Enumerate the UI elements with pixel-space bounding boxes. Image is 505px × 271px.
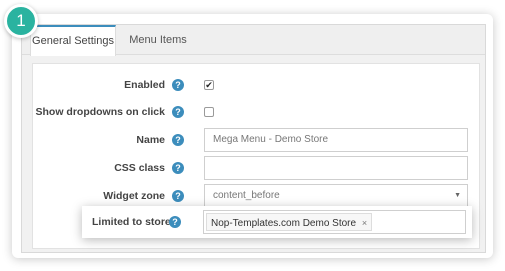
widget-zone-value: content_before — [213, 190, 280, 201]
widget-zone-select[interactable]: content_before ▼ — [204, 184, 468, 208]
name-input[interactable]: Mega Menu - Demo Store — [204, 128, 468, 152]
limited-to-stores-label: Limited to stores — [92, 216, 177, 228]
show-dropdowns-label: Show dropdowns on click — [35, 106, 165, 118]
name-label: Name — [136, 134, 165, 146]
show-dropdowns-checkbox[interactable] — [204, 107, 214, 117]
step-number-badge: 1 — [4, 4, 38, 38]
row-enabled: Enabled ? ✔ — [33, 72, 481, 98]
tab-general-settings[interactable]: General Settings — [30, 25, 116, 56]
tab-menu-items[interactable]: Menu Items — [118, 25, 198, 55]
store-tag-label: Nop-Templates.com Demo Store — [211, 218, 357, 229]
row-name: Name ? Mega Menu - Demo Store — [33, 127, 481, 153]
enabled-checkbox[interactable]: ✔ — [204, 80, 214, 90]
row-css-class: CSS class ? — [33, 155, 481, 181]
tab-bar: General Settings Menu Items — [22, 25, 485, 56]
limited-to-stores-highlight: Limited to stores ? Nop-Templates.com De… — [82, 206, 472, 238]
help-icon[interactable]: ? — [172, 134, 184, 146]
enabled-label: Enabled — [124, 79, 165, 91]
remove-tag-icon[interactable]: × — [362, 218, 367, 228]
help-icon[interactable]: ? — [172, 79, 184, 91]
row-show-dropdowns: Show dropdowns on click ? — [33, 99, 481, 125]
help-icon[interactable]: ? — [172, 190, 184, 202]
help-icon[interactable]: ? — [169, 216, 181, 228]
stores-multiselect[interactable]: Nop-Templates.com Demo Store × — [203, 210, 466, 234]
help-icon[interactable]: ? — [172, 106, 184, 118]
help-icon[interactable]: ? — [172, 162, 184, 174]
chevron-down-icon: ▼ — [454, 192, 461, 199]
store-tag: Nop-Templates.com Demo Store × — [206, 213, 373, 231]
css-class-input[interactable] — [204, 156, 468, 180]
css-class-label: CSS class — [114, 162, 165, 174]
